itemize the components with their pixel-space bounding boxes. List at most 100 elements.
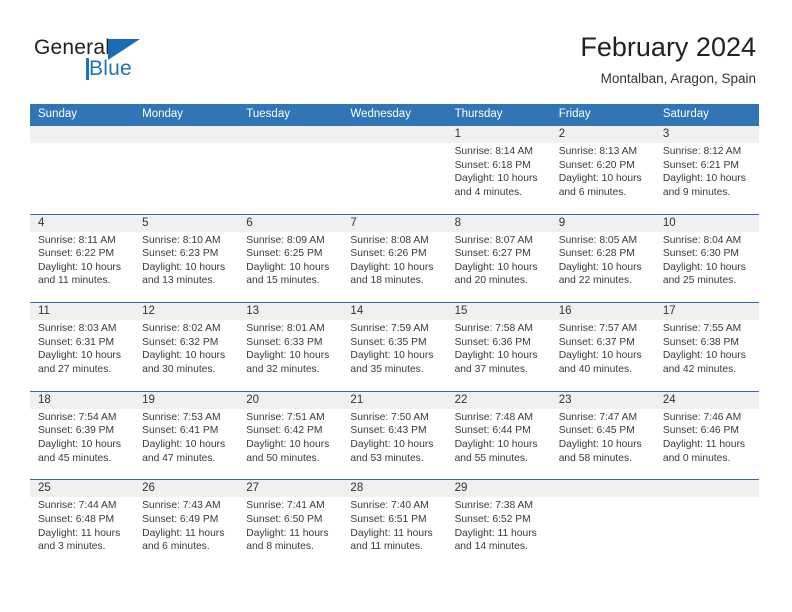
weekday-tuesday: Tuesday (246, 108, 290, 120)
day-details: Sunrise: 8:13 AM Sunset: 6:20 PM Dayligh… (559, 145, 649, 199)
day-cell[interactable]: 24 Sunrise: 7:46 AM Sunset: 6:46 PM Dayl… (655, 392, 759, 480)
day-cell[interactable] (551, 480, 655, 568)
sunrise-text: Sunrise: 8:12 AM (662, 146, 742, 157)
day-cell[interactable]: 28 Sunrise: 7:40 AM Sunset: 6:51 PM Dayl… (342, 480, 446, 568)
sunset-text: Sunset: 6:20 PM (558, 159, 635, 171)
day-number: 15 (454, 305, 468, 318)
day-details: Sunrise: 7:38 AM Sunset: 6:52 PM Dayligh… (455, 499, 545, 553)
day-cell[interactable]: 27 Sunrise: 7:41 AM Sunset: 6:50 PM Dayl… (238, 480, 342, 568)
day-details: Sunrise: 8:11 AM Sunset: 6:22 PM Dayligh… (38, 234, 128, 288)
daylight-text-line2: and 0 minutes. (662, 452, 731, 464)
day-number: 18 (38, 393, 51, 406)
day-cell[interactable]: 8 Sunrise: 8:07 AM Sunset: 6:27 PM Dayli… (447, 215, 551, 303)
day-number: 25 (38, 482, 51, 495)
sunrise-text: Sunrise: 7:59 AM (350, 323, 429, 335)
daylight-text-line1: Daylight: 10 hours (662, 261, 746, 273)
day-cell[interactable]: 13 Sunrise: 8:01 AM Sunset: 6:33 PM Dayl… (238, 303, 342, 391)
day-cell[interactable]: 17 Sunrise: 7:55 AM Sunset: 6:38 PM Dayl… (655, 303, 759, 391)
day-number: 8 (454, 216, 461, 229)
daylight-text-line1: Daylight: 10 hours (454, 261, 538, 273)
day-cell[interactable]: 10 Sunrise: 8:04 AM Sunset: 6:30 PM Dayl… (655, 215, 759, 303)
daylight-text-line1: Daylight: 10 hours (454, 350, 538, 362)
day-cell[interactable]: 16 Sunrise: 7:57 AM Sunset: 6:37 PM Dayl… (551, 303, 655, 391)
sunset-text: Sunset: 6:25 PM (246, 248, 323, 260)
day-details: Sunrise: 7:46 AM Sunset: 6:46 PM Dayligh… (663, 411, 753, 465)
location-subtitle: Montalban, Aragon, Spain (600, 71, 756, 86)
day-details: Sunrise: 8:08 AM Sunset: 6:26 PM Dayligh… (350, 234, 440, 288)
day-cell[interactable] (238, 126, 342, 214)
daylight-text-line1: Daylight: 10 hours (38, 261, 121, 273)
day-cell[interactable]: 15 Sunrise: 7:58 AM Sunset: 6:36 PM Dayl… (447, 303, 551, 391)
sunrise-text: Sunrise: 8:09 AM (246, 234, 325, 246)
sunrise-text: Sunrise: 7:47 AM (558, 411, 638, 423)
sunset-text: Sunset: 6:46 PM (662, 425, 739, 437)
daylight-text-line1: Daylight: 10 hours (38, 438, 121, 450)
daylight-text-line2: and 58 minutes. (558, 452, 632, 464)
day-cell[interactable]: 1 Sunrise: 8:14 AM Sunset: 6:18 PM Dayli… (447, 126, 551, 214)
day-cell[interactable]: 29 Sunrise: 7:38 AM Sunset: 6:52 PM Dayl… (447, 480, 551, 568)
daylight-text-line2: and 18 minutes. (350, 275, 424, 287)
day-cell[interactable] (342, 126, 446, 214)
daylight-text-line1: Daylight: 11 hours (662, 438, 746, 450)
day-cell[interactable]: 14 Sunrise: 7:59 AM Sunset: 6:35 PM Dayl… (342, 303, 446, 391)
day-cell[interactable]: 19 Sunrise: 7:53 AM Sunset: 6:41 PM Dayl… (134, 392, 238, 480)
daylight-text-line1: Daylight: 10 hours (350, 261, 434, 273)
sunrise-text: Sunrise: 7:43 AM (142, 500, 221, 512)
day-cell[interactable]: 11 Sunrise: 8:03 AM Sunset: 6:31 PM Dayl… (30, 303, 134, 391)
sunrise-text: Sunrise: 7:57 AM (558, 323, 638, 335)
day-cell[interactable] (134, 126, 238, 214)
sunset-text: Sunset: 6:21 PM (662, 159, 739, 171)
day-cell[interactable]: 9 Sunrise: 8:05 AM Sunset: 6:28 PM Dayli… (551, 215, 655, 303)
day-cell[interactable] (30, 126, 134, 214)
day-details: Sunrise: 8:05 AM Sunset: 6:28 PM Dayligh… (559, 234, 649, 288)
sunset-text: Sunset: 6:41 PM (142, 425, 219, 437)
weekday-header-row: Sunday Monday Tuesday Wednesday Thursday… (30, 104, 759, 125)
daylight-text-line2: and 55 minutes. (454, 452, 528, 464)
daylight-text-line1: Daylight: 11 hours (142, 527, 225, 539)
sunrise-text: Sunrise: 7:46 AM (662, 411, 742, 423)
day-details: Sunrise: 7:54 AM Sunset: 6:39 PM Dayligh… (38, 411, 128, 465)
weekday-friday: Friday (558, 108, 591, 120)
day-details: Sunrise: 8:03 AM Sunset: 6:31 PM Dayligh… (38, 322, 128, 376)
day-details: Sunrise: 7:53 AM Sunset: 6:41 PM Dayligh… (142, 411, 232, 465)
week-row: 18 Sunrise: 7:54 AM Sunset: 6:39 PM Dayl… (30, 390, 759, 480)
day-cell[interactable]: 6 Sunrise: 8:09 AM Sunset: 6:25 PM Dayli… (238, 215, 342, 303)
day-cell[interactable] (655, 480, 759, 568)
sunset-text: Sunset: 6:31 PM (38, 336, 115, 348)
daylight-text-line2: and 30 minutes. (142, 363, 216, 375)
day-cell[interactable]: 22 Sunrise: 7:48 AM Sunset: 6:44 PM Dayl… (447, 392, 551, 480)
sunrise-text: Sunrise: 7:38 AM (454, 500, 533, 512)
day-cell[interactable]: 3 Sunrise: 8:12 AM Sunset: 6:21 PM Dayli… (655, 126, 759, 214)
day-details: Sunrise: 8:02 AM Sunset: 6:32 PM Dayligh… (142, 322, 232, 376)
day-cell[interactable]: 21 Sunrise: 7:50 AM Sunset: 6:43 PM Dayl… (342, 392, 446, 480)
sunset-text: Sunset: 6:43 PM (350, 425, 427, 437)
day-cell[interactable]: 26 Sunrise: 7:43 AM Sunset: 6:49 PM Dayl… (134, 480, 238, 568)
day-cell[interactable]: 20 Sunrise: 7:51 AM Sunset: 6:42 PM Dayl… (238, 392, 342, 480)
sunset-text: Sunset: 6:30 PM (662, 248, 739, 260)
page-header: General Blue February 2024 Montalban, Ar… (0, 0, 792, 100)
day-cell[interactable]: 12 Sunrise: 8:02 AM Sunset: 6:32 PM Dayl… (134, 303, 238, 391)
day-number: 3 (662, 128, 670, 140)
daylight-text-line2: and 42 minutes. (662, 363, 737, 375)
day-number: 28 (350, 482, 364, 495)
sunrise-text: Sunrise: 7:51 AM (246, 411, 325, 423)
daylight-text-line1: Daylight: 10 hours (246, 438, 330, 450)
day-cell[interactable]: 25 Sunrise: 7:44 AM Sunset: 6:48 PM Dayl… (30, 480, 134, 568)
day-cell[interactable]: 23 Sunrise: 7:47 AM Sunset: 6:45 PM Dayl… (551, 392, 655, 480)
sunset-text: Sunset: 6:38 PM (662, 336, 739, 348)
day-cell[interactable]: 5 Sunrise: 8:10 AM Sunset: 6:23 PM Dayli… (134, 215, 238, 303)
daylight-text-line1: Daylight: 10 hours (558, 173, 642, 185)
daylight-text-line1: Daylight: 10 hours (558, 261, 642, 273)
sunrise-text: Sunrise: 8:08 AM (350, 234, 429, 246)
day-cell[interactable]: 2 Sunrise: 8:13 AM Sunset: 6:20 PM Dayli… (551, 126, 655, 214)
day-cell[interactable]: 7 Sunrise: 8:08 AM Sunset: 6:26 PM Dayli… (342, 215, 446, 303)
weekday-wednesday: Wednesday (350, 108, 411, 120)
day-cell[interactable]: 4 Sunrise: 8:11 AM Sunset: 6:22 PM Dayli… (30, 215, 134, 303)
daylight-text-line2: and 6 minutes. (142, 541, 210, 553)
sunset-text: Sunset: 6:42 PM (246, 425, 323, 437)
sunrise-text: Sunrise: 8:02 AM (142, 323, 221, 335)
day-number: 27 (246, 482, 260, 495)
day-cell[interactable]: 18 Sunrise: 7:54 AM Sunset: 6:39 PM Dayl… (30, 392, 134, 480)
daylight-text-line1: Daylight: 11 hours (246, 527, 329, 539)
day-details: Sunrise: 7:48 AM Sunset: 6:44 PM Dayligh… (455, 411, 545, 465)
